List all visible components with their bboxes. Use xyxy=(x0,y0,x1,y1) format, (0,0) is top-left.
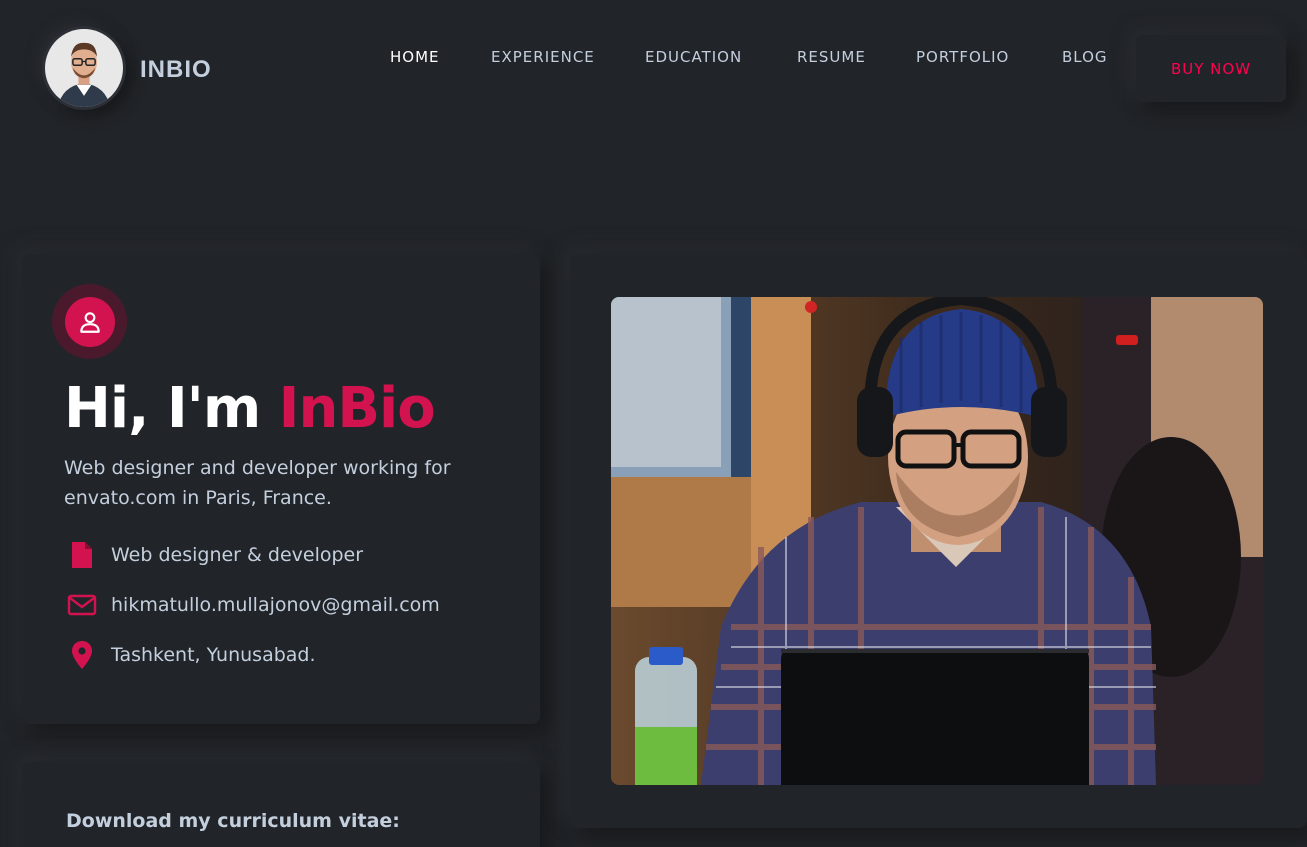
nav-item-portfolio[interactable]: PORTFOLIO xyxy=(916,48,1009,66)
nav-item-education[interactable]: EDUCATION xyxy=(645,48,742,66)
info-email-link[interactable]: hikmatullo.mullajonov@gmail.com xyxy=(111,594,440,616)
hero-description: Web designer and developer working for e… xyxy=(64,457,451,509)
page: INBIO HOME EXPERIENCE EDUCATION RESUME P… xyxy=(0,0,1307,847)
buy-now-button[interactable]: BUY NOW xyxy=(1136,35,1286,102)
developer-photo-image xyxy=(611,297,1263,785)
hero-photo xyxy=(611,297,1263,785)
nav-item-home[interactable]: HOME xyxy=(390,48,440,66)
hero-name: InBio xyxy=(278,376,436,441)
document-icon xyxy=(66,539,98,571)
info-row-location: Tashkent, Yunusabad. xyxy=(66,638,316,672)
info-role-text: Web designer & developer xyxy=(111,544,364,566)
download-cv-label: Download my curriculum vitae: xyxy=(66,810,400,832)
info-row-role: Web designer & developer xyxy=(66,538,363,572)
info-location-text: Tashkent, Yunusabad. xyxy=(111,644,316,666)
mail-icon xyxy=(66,589,98,621)
info-row-email: hikmatullo.mullajonov@gmail.com xyxy=(66,588,440,622)
user-icon xyxy=(79,311,100,333)
profile-badge xyxy=(52,284,127,359)
nav-item-resume[interactable]: RESUME xyxy=(797,48,866,66)
nav-item-blog[interactable]: BLOG xyxy=(1062,48,1108,66)
nav-item-experience[interactable]: EXPERIENCE xyxy=(491,48,595,66)
hero-greeting: Hi, I'm xyxy=(64,376,279,441)
location-pin-icon xyxy=(66,639,98,671)
download-card xyxy=(22,762,540,847)
main-nav: HOME EXPERIENCE EDUCATION RESUME PORTFOL… xyxy=(0,48,1307,72)
hero-title: Hi, I'm InBio xyxy=(64,376,436,441)
